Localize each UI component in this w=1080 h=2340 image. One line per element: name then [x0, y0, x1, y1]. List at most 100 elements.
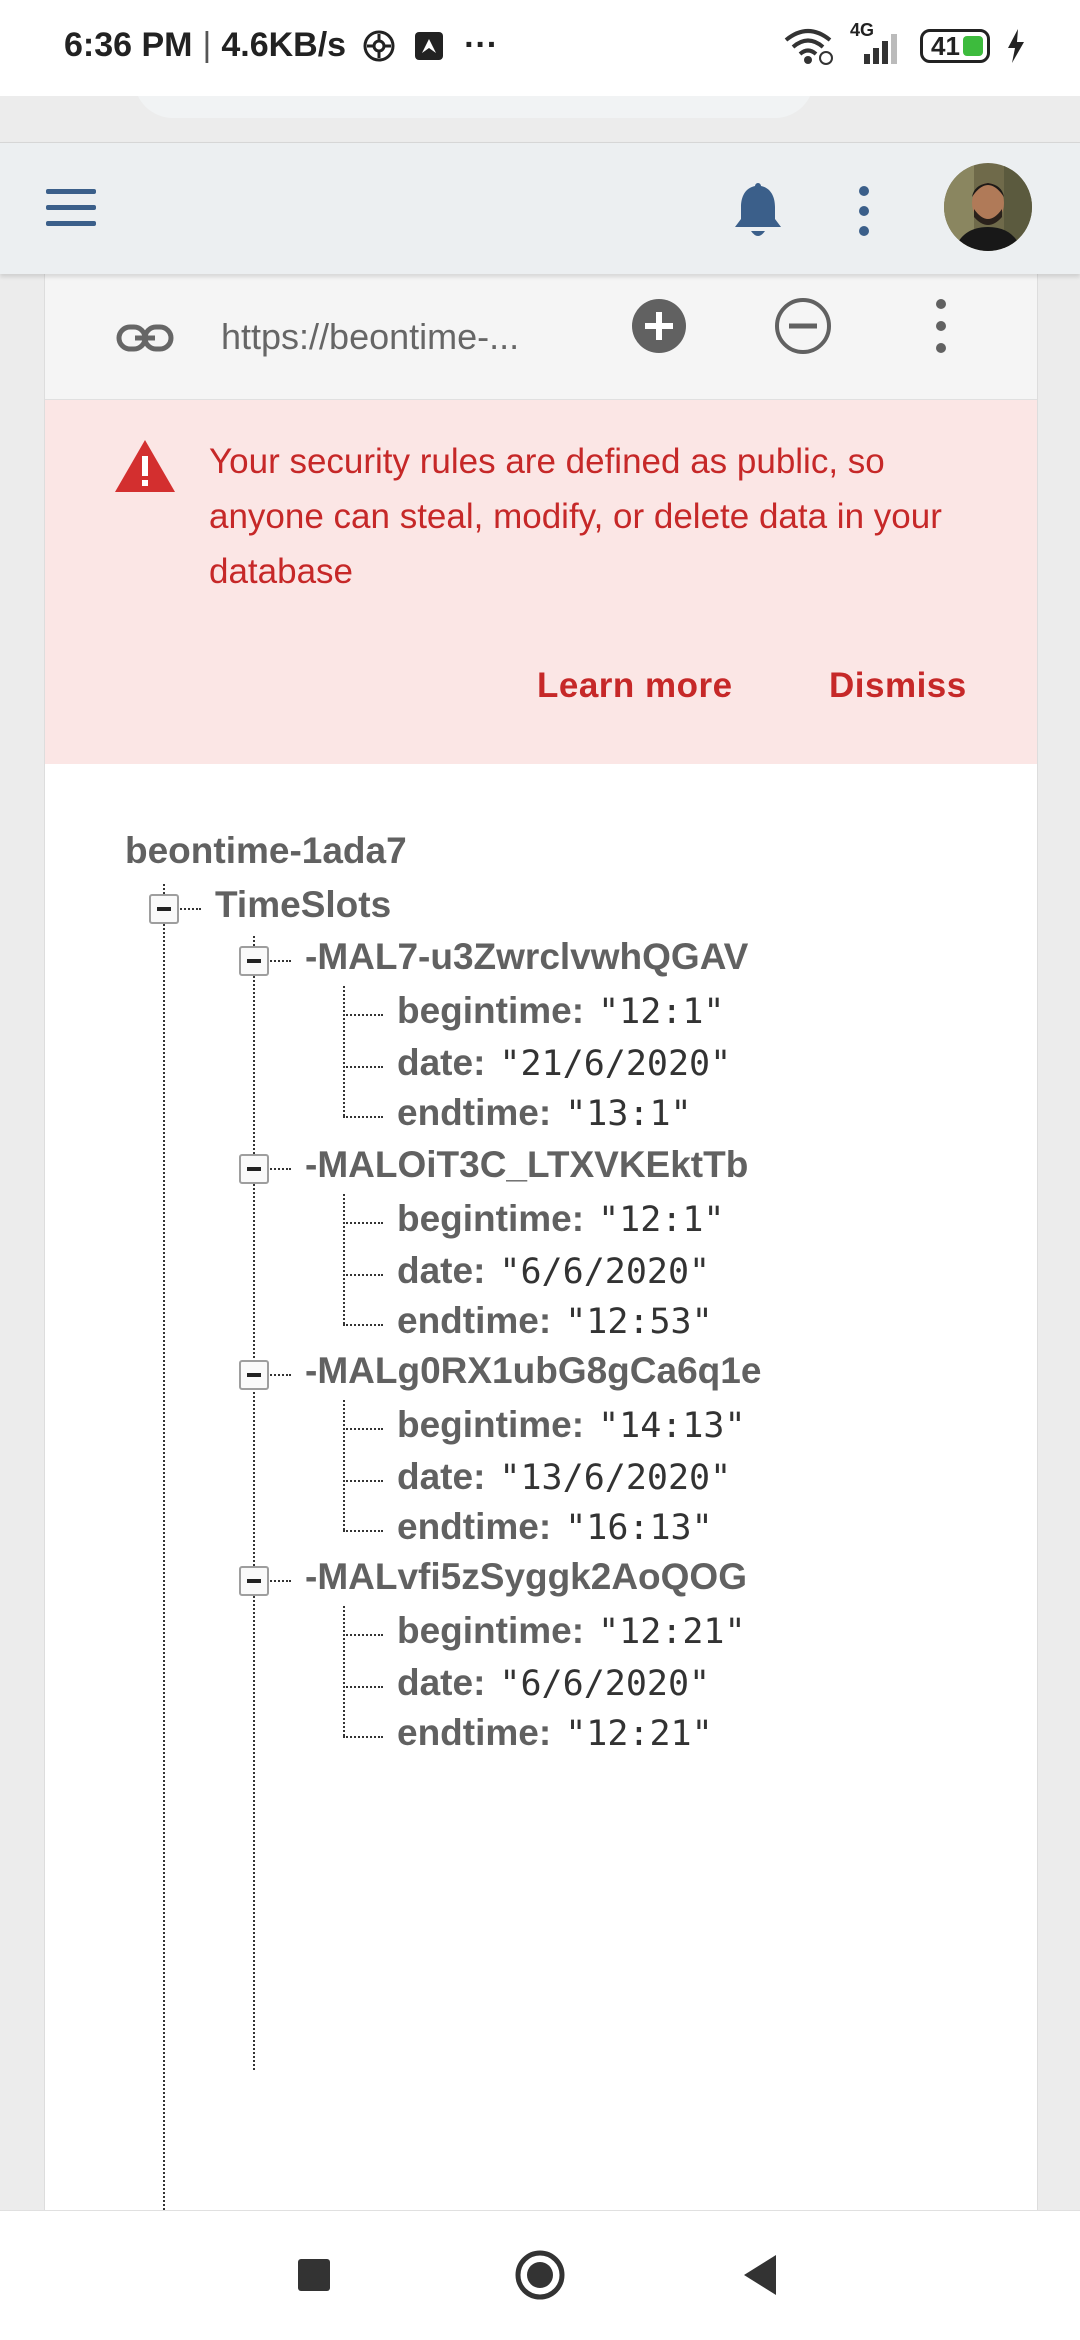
tree-connector [343, 1634, 383, 1636]
field-key: date: [397, 1042, 486, 1083]
field-value: "13:1" [565, 1094, 692, 1134]
field-key: endtime: [397, 1712, 552, 1753]
field-value: "14:13" [598, 1406, 746, 1446]
slot-key[interactable]: -MALvfi5zSyggk2AoQOG [305, 1556, 747, 1598]
bell-icon[interactable] [730, 179, 786, 241]
tree-connector [163, 884, 165, 2210]
leaf-field[interactable]: begintime: "14:13" [397, 1404, 746, 1446]
slot-key[interactable]: -MAL7-u3ZwrclvwhQGAV [305, 936, 748, 978]
field-key: begintime: [397, 1610, 585, 1651]
field-value: "21/6/2020" [499, 1044, 732, 1084]
tree-connector [343, 1222, 383, 1224]
status-time: 6:36 PM [64, 26, 193, 64]
slot-key[interactable]: -MALg0RX1ubG8gCa6q1e [305, 1350, 761, 1392]
field-key: endtime: [397, 1300, 552, 1341]
collapse-toggle[interactable] [239, 1360, 269, 1390]
dismiss-button[interactable]: Dismiss [829, 666, 967, 706]
database-toolbar: https://beontime-... [45, 274, 1037, 400]
leaf-field[interactable]: endtime: "16:13" [397, 1506, 713, 1548]
tree-connector [253, 936, 255, 2070]
field-value: "12:53" [565, 1302, 713, 1342]
leaf-field[interactable]: date: "6/6/2020" [397, 1250, 710, 1292]
tree-connector [343, 1014, 383, 1016]
tree-connector [267, 1168, 291, 1170]
link-icon[interactable] [115, 308, 175, 368]
network-speed: 4.6KB/s [221, 26, 347, 64]
field-key: endtime: [397, 1506, 552, 1547]
tree-connector [343, 1736, 383, 1738]
maps-notification-icon [415, 31, 444, 60]
leaf-field[interactable]: date: "21/6/2020" [397, 1042, 731, 1084]
wifi-icon [784, 29, 833, 65]
field-value: "12:21" [565, 1714, 713, 1754]
field-value: "13/6/2020" [499, 1458, 732, 1498]
battery-fill [963, 36, 983, 56]
leaf-field[interactable]: endtime: "12:53" [397, 1300, 713, 1342]
kebab-icon[interactable] [852, 185, 876, 237]
tree-connector [343, 986, 345, 1116]
status-right: 4G 41 [782, 20, 1026, 66]
leaf-field[interactable]: date: "13/6/2020" [397, 1456, 731, 1498]
database-card: https://beontime-... Your security rules… [44, 274, 1038, 2210]
app-header [0, 142, 1080, 274]
battery-level: 41 [931, 30, 960, 61]
status-left: 6:36 PM | 4.6KB/s ··· [64, 26, 498, 65]
database-url[interactable]: https://beontime-... [221, 304, 561, 370]
learn-more-button[interactable]: Learn more [537, 666, 733, 706]
collapse-toggle[interactable] [149, 894, 179, 924]
tree-connector [343, 1606, 345, 1736]
app-notification-icon [363, 30, 395, 61]
tree-connector [343, 1428, 383, 1430]
tree-connector [343, 1116, 383, 1118]
field-value: "12:21" [598, 1612, 746, 1652]
leaf-field[interactable]: begintime: "12:1" [397, 990, 725, 1032]
system-nav-bar [0, 2210, 1080, 2340]
leaf-field[interactable]: endtime: "12:21" [397, 1712, 713, 1754]
collapse-toggle[interactable] [239, 946, 269, 976]
tree-connector [343, 1194, 345, 1324]
leaf-field[interactable]: endtime: "13:1" [397, 1092, 692, 1134]
battery-indicator: 41 [920, 29, 990, 63]
slot-key[interactable]: -MALOiT3C_LTXVKEktTb [305, 1144, 748, 1186]
field-value: "6/6/2020" [499, 1664, 711, 1704]
charging-icon [1008, 29, 1024, 63]
remove-circle-icon[interactable] [773, 296, 833, 356]
kebab-icon[interactable] [929, 296, 953, 356]
field-key: date: [397, 1250, 486, 1291]
more-notifications: ··· [464, 26, 499, 64]
cellular-signal: 4G [850, 20, 904, 66]
field-value: "12:1" [598, 992, 725, 1032]
collection-key[interactable]: TimeSlots [215, 884, 391, 926]
alert-message: Your security rules are defined as publi… [209, 442, 942, 591]
tree-connector [343, 1400, 345, 1530]
home-button[interactable] [514, 2249, 566, 2301]
tree-root[interactable]: beontime-1ada7 [125, 830, 407, 872]
field-key: date: [397, 1456, 486, 1497]
collapse-toggle[interactable] [239, 1154, 269, 1184]
tree-connector [267, 960, 291, 962]
back-button[interactable] [740, 2253, 780, 2297]
add-circle-icon[interactable] [629, 296, 689, 356]
tree-connector [343, 1066, 383, 1068]
tree-connector [267, 1580, 291, 1582]
tree-connector [343, 1686, 383, 1688]
collapse-toggle[interactable] [239, 1566, 269, 1596]
field-key: date: [397, 1662, 486, 1703]
tree-connector [177, 908, 201, 910]
field-value: "6/6/2020" [499, 1252, 711, 1292]
tree-connector [343, 1480, 383, 1482]
user-avatar[interactable] [944, 163, 1032, 251]
security-alert: Your security rules are defined as publi… [45, 400, 1037, 764]
warning-icon [115, 440, 175, 492]
field-key: begintime: [397, 1198, 585, 1239]
signal-bars-icon [864, 34, 897, 64]
data-tree: beontime-1ada7 TimeSlots -MAL7-u3Zwrclvw… [45, 764, 1037, 2210]
leaf-field[interactable]: begintime: "12:1" [397, 1198, 725, 1240]
leaf-field[interactable]: date: "6/6/2020" [397, 1662, 710, 1704]
field-key: begintime: [397, 990, 585, 1031]
hamburger-icon[interactable] [46, 189, 96, 229]
field-key: begintime: [397, 1404, 585, 1445]
status-separator: | [202, 26, 212, 64]
leaf-field[interactable]: begintime: "12:21" [397, 1610, 746, 1652]
recents-button[interactable] [298, 2259, 330, 2291]
